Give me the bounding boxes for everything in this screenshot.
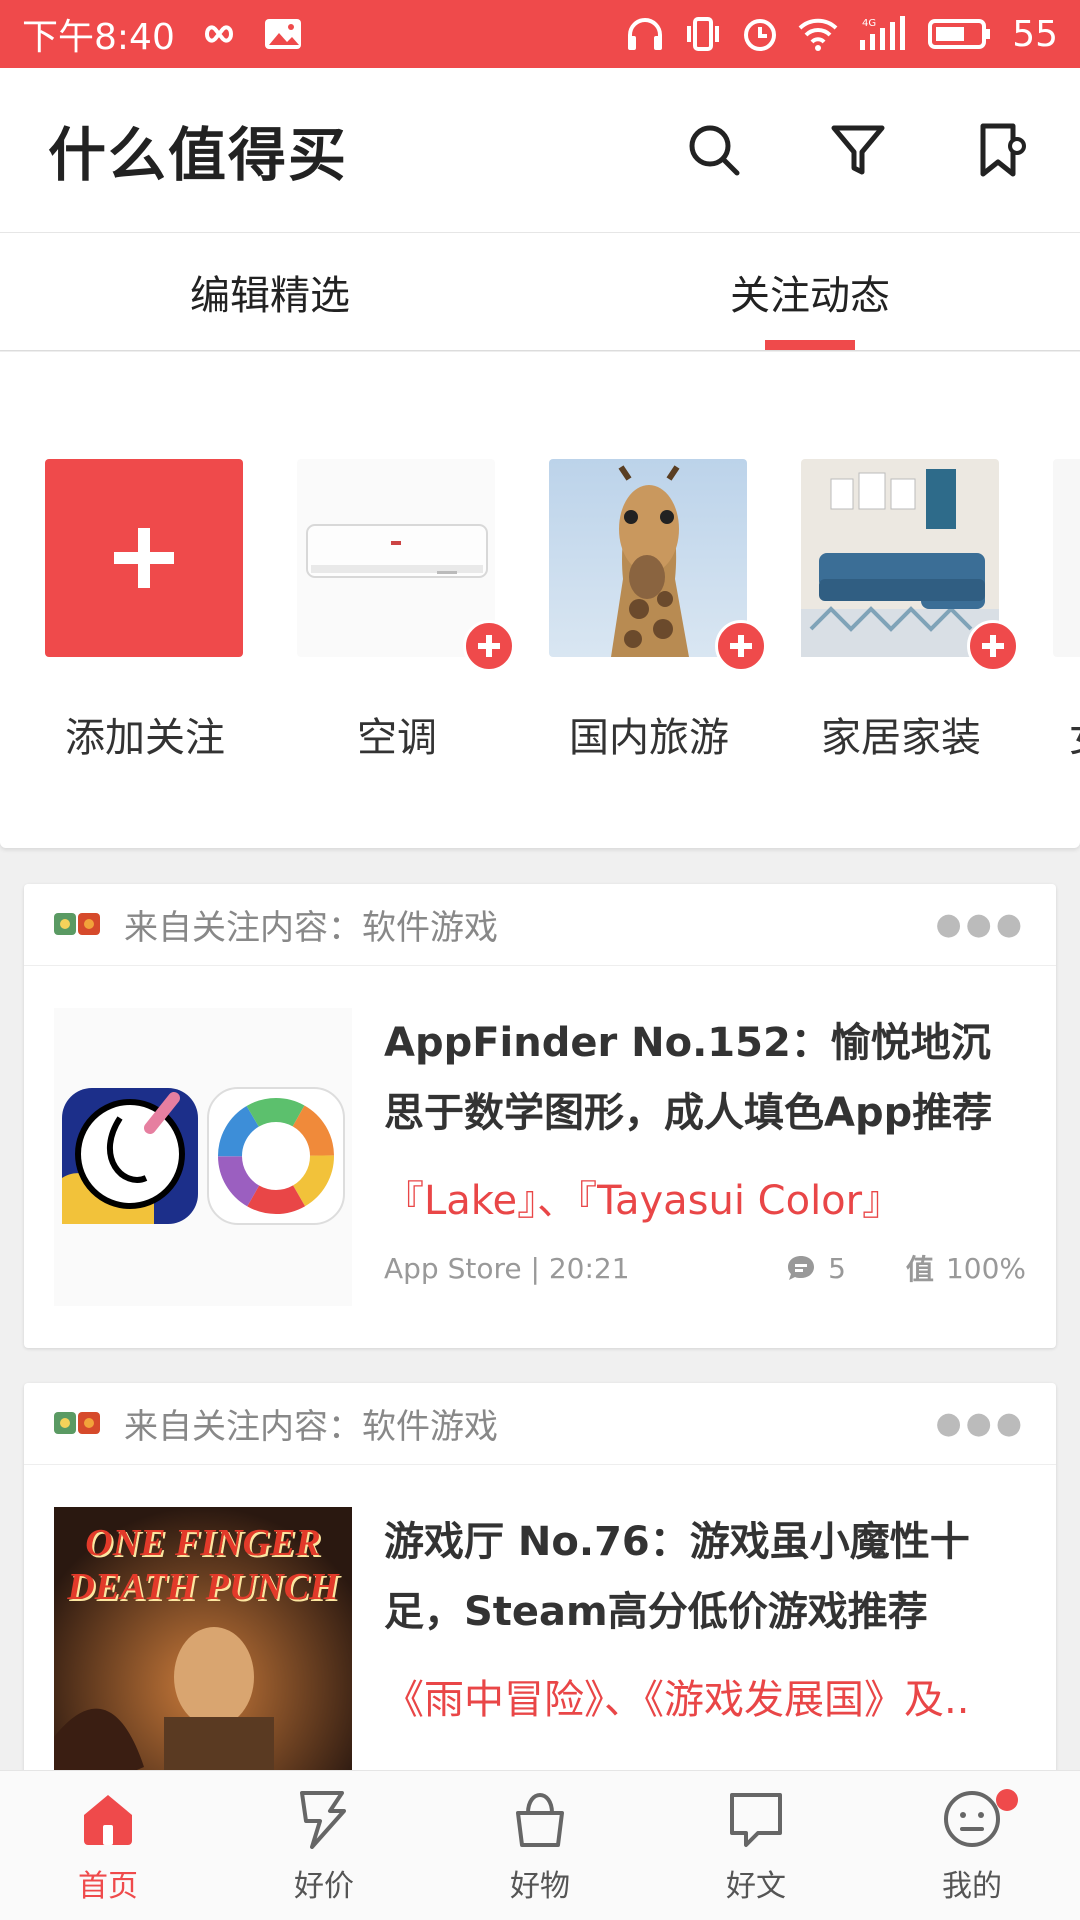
bookmark-icon[interactable] — [972, 120, 1032, 180]
follow-topic-aircon[interactable]: 空调 — [297, 459, 515, 763]
bottom-navigation: 首页 好价 好物 好文 我的 — [0, 1770, 1080, 1920]
nav-profile[interactable]: 我的 — [864, 1771, 1080, 1920]
feed-card[interactable]: 来自关注内容：软件游戏 ●●● ONE FINGER DEATH PUNCH 游… — [24, 1383, 1056, 1783]
article-source-time: App Store | 20:21 — [384, 1251, 630, 1285]
article-subtitle: 《雨中冒险》、《游戏发展国》及.. — [384, 1677, 970, 1723]
more-icon[interactable]: ●●● — [935, 1406, 1026, 1441]
signal-icon: 4G — [858, 16, 908, 52]
more-icon[interactable]: ●●● — [935, 907, 1026, 942]
app-bar: 什么值得买 — [0, 68, 1080, 233]
tab-editor-picks[interactable]: 编辑精选 — [0, 233, 540, 350]
follow-topic-label: 添加关注 — [65, 715, 225, 761]
card-source-header: 来自关注内容：软件游戏 ●●● — [24, 884, 1056, 966]
article-title[interactable]: AppFinder No.152：愉悦地沉思于数学图形，成人填色App推荐 — [384, 1008, 1026, 1148]
comment-count[interactable]: 5 — [786, 1252, 846, 1285]
comment-icon — [788, 1256, 815, 1280]
follow-plus-icon[interactable] — [967, 620, 1019, 672]
article-title[interactable]: 游戏厅 No.76：游戏虽小魔性十足，Steam高分低价游戏推荐 — [384, 1507, 1026, 1647]
nav-articles[interactable]: 好文 — [648, 1771, 864, 1920]
nav-label: 首页 — [78, 1868, 138, 1904]
nav-label: 好价 — [294, 1868, 354, 1904]
game-cover-title: ONE FINGER DEATH PUNCH — [67, 1522, 339, 1608]
tab-bar: 编辑精选 关注动态 — [0, 233, 1080, 351]
follow-topic-partial[interactable]: 女 — [1053, 459, 1080, 763]
feed-card[interactable]: 来自关注内容：软件游戏 ●●● AppFinder No.152：愉悦地沉思于数… — [24, 884, 1056, 1348]
follow-topic-label: 家居家装 — [821, 715, 981, 761]
nav-label: 好物 — [510, 1868, 570, 1904]
source-app-icon — [54, 1410, 102, 1438]
home-icon — [76, 1787, 140, 1851]
worth-rating-value: 100% — [945, 1251, 1026, 1285]
follow-plus-icon[interactable] — [463, 620, 515, 672]
card-source-label: 来自关注内容：软件游戏 — [124, 908, 498, 948]
follow-topic-label: 国内旅游 — [569, 715, 729, 761]
partial-item — [1053, 459, 1080, 657]
vibrate-icon — [684, 16, 722, 52]
follow-topic-home[interactable]: 家居家装 — [801, 459, 1019, 763]
shopping-bag-icon — [508, 1787, 572, 1851]
infinity-icon — [195, 19, 243, 49]
wifi-icon — [798, 17, 838, 51]
article-meta: App Store | 20:21 5 值 100% — [384, 1248, 1026, 1288]
air-conditioner-image — [297, 459, 515, 672]
follow-topic-travel[interactable]: 国内旅游 — [549, 459, 767, 763]
profile-face-icon — [940, 1787, 1004, 1851]
giraffe-image — [549, 459, 767, 672]
card-source-label: 来自关注内容：软件游戏 — [124, 1407, 498, 1447]
svg-text:4G: 4G — [862, 18, 876, 29]
headphones-icon — [626, 16, 664, 52]
tab-following[interactable]: 关注动态 — [540, 233, 1080, 350]
followed-topics-panel: 添加关注 空调 国内旅游 家居家装 — [0, 352, 1080, 848]
sofa-image — [801, 459, 1019, 672]
alarm-icon — [742, 16, 778, 52]
follow-topic-add[interactable]: 添加关注 — [45, 459, 245, 763]
article-thumbnail — [54, 1008, 352, 1306]
image-notification-icon — [263, 17, 303, 51]
nav-home[interactable]: 首页 — [0, 1771, 216, 1920]
article-subtitle: 『Lake』、『Tayasui Color』 — [384, 1178, 903, 1224]
nav-deals[interactable]: 好价 — [216, 1771, 432, 1920]
comment-count-value: 5 — [828, 1251, 846, 1285]
follow-topic-label: 空调 — [357, 715, 437, 761]
nav-label: 好文 — [726, 1868, 786, 1904]
worth-icon: 值 — [905, 1253, 934, 1286]
card-source-header: 来自关注内容：软件游戏 ●●● — [24, 1383, 1056, 1465]
notification-dot — [996, 1789, 1018, 1811]
status-time: 下午8:40 — [22, 17, 175, 58]
battery-icon — [928, 18, 992, 50]
filter-icon[interactable] — [828, 120, 888, 180]
plus-icon — [45, 459, 243, 657]
lightning-tag-icon — [292, 1787, 356, 1851]
source-app-icon — [54, 911, 102, 939]
follow-plus-icon[interactable] — [715, 620, 767, 672]
status-bar: 下午8:40 4G 55 — [0, 0, 1080, 68]
battery-level: 55 — [1012, 13, 1058, 55]
worth-rating: 值 100% — [906, 1248, 1026, 1288]
nav-label: 我的 — [942, 1868, 1002, 1904]
search-icon[interactable] — [684, 120, 744, 180]
follow-topic-label: 女 — [1053, 705, 1080, 763]
nav-goods[interactable]: 好物 — [432, 1771, 648, 1920]
chat-bubble-icon — [724, 1787, 788, 1851]
app-title: 什么值得买 — [48, 121, 349, 189]
article-thumbnail: ONE FINGER DEATH PUNCH — [54, 1507, 352, 1783]
